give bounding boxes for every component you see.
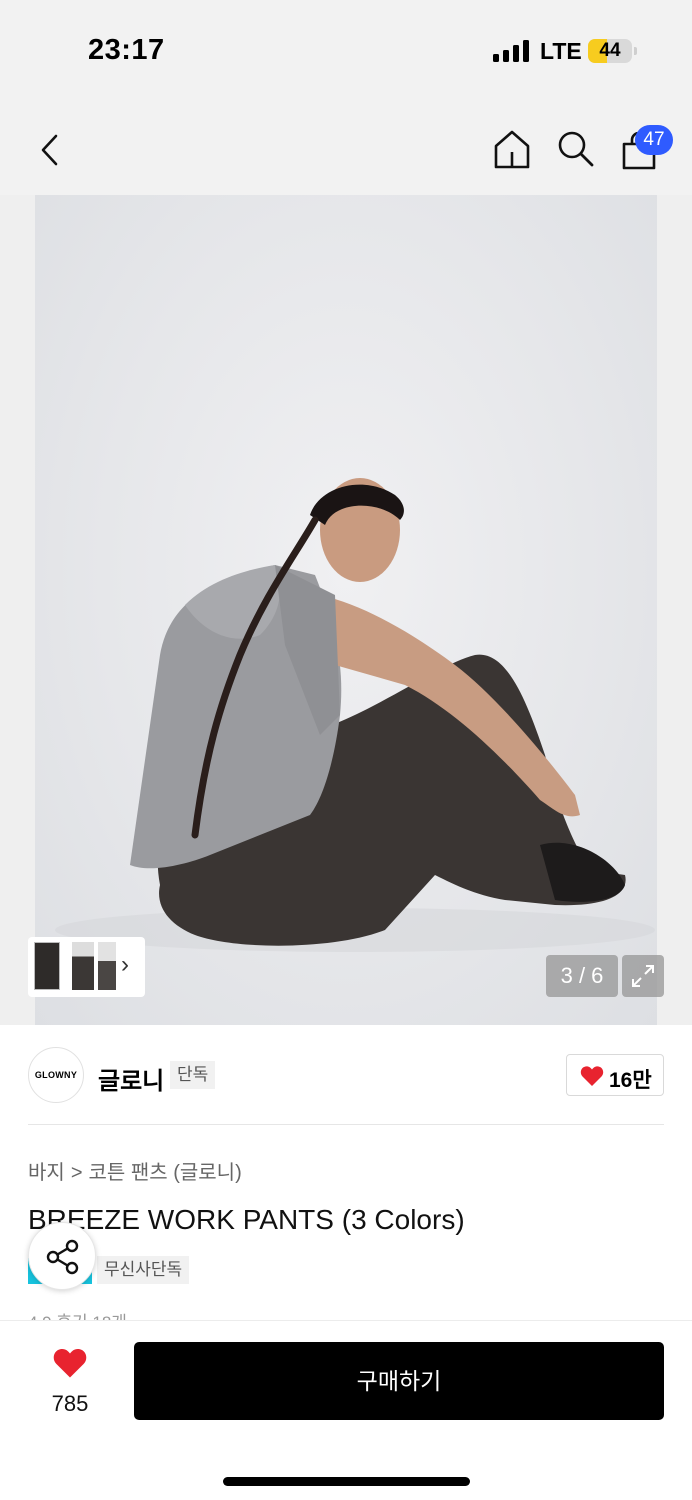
wishlist-button[interactable]: 785 bbox=[28, 1345, 112, 1425]
expand-icon bbox=[632, 965, 654, 987]
home-icon[interactable] bbox=[491, 128, 533, 170]
status-time: 23:17 bbox=[88, 34, 165, 66]
divider bbox=[28, 1124, 664, 1125]
status-bar: 23:17 LTE 44 bbox=[0, 0, 692, 100]
breadcrumb-category[interactable]: 바지 bbox=[28, 1156, 65, 1185]
thumbnail-1[interactable] bbox=[34, 942, 60, 990]
heart-icon bbox=[53, 1349, 87, 1378]
signal-icon bbox=[493, 40, 529, 62]
product-title: BREEZE WORK PANTS (3 Colors) bbox=[28, 1204, 465, 1235]
share-icon bbox=[46, 1239, 79, 1275]
exclusive-tag: 무신사단독 bbox=[97, 1256, 190, 1284]
heart-icon bbox=[580, 1066, 604, 1086]
chevron-right-icon[interactable]: › bbox=[121, 951, 129, 979]
top-nav bbox=[0, 100, 692, 195]
bottom-action-bar: 785 구매하기 bbox=[0, 1320, 692, 1500]
expand-button[interactable] bbox=[622, 955, 664, 997]
image-counter: 3 / 6 bbox=[546, 955, 618, 997]
breadcrumb: 바지 > 코튼 팬츠 (글로니) bbox=[28, 1156, 242, 1185]
network-type: LTE bbox=[540, 38, 582, 64]
battery-icon: 44 bbox=[588, 39, 632, 63]
battery-cap bbox=[634, 47, 637, 55]
product-photo[interactable] bbox=[35, 195, 657, 1025]
thumbnail-strip[interactable]: › bbox=[28, 937, 145, 997]
brand-exclusive-tag: 단독 bbox=[170, 1061, 216, 1089]
product-gallery[interactable]: › 3 / 6 bbox=[0, 195, 692, 1025]
chevron-left-icon[interactable] bbox=[36, 130, 64, 170]
wishlist-count: 785 bbox=[51, 1391, 89, 1416]
brand-like-count: 16만 bbox=[609, 1069, 652, 1092]
breadcrumb-subcategory[interactable]: 코튼 팬츠 (글로니) bbox=[89, 1156, 242, 1185]
brand-like-button[interactable]: 16만 bbox=[566, 1054, 664, 1096]
cart-count-badge: 47 bbox=[635, 125, 673, 155]
brand-row: GLOWNY 글로니 단독 16만 bbox=[0, 1025, 692, 1125]
model-illustration bbox=[55, 478, 655, 952]
thumbnail-2[interactable] bbox=[72, 942, 94, 990]
brand-name[interactable]: 글로니 bbox=[98, 1061, 164, 1096]
share-button[interactable] bbox=[28, 1222, 96, 1290]
buy-button[interactable]: 구매하기 bbox=[134, 1342, 664, 1420]
brand-logo[interactable]: GLOWNY bbox=[28, 1047, 84, 1103]
home-indicator bbox=[223, 1477, 470, 1486]
breadcrumb-separator: > bbox=[70, 1162, 83, 1184]
search-icon[interactable] bbox=[555, 128, 597, 170]
rating-summary[interactable]: 4.9 후기 18개 bbox=[28, 1308, 198, 1320]
battery-level: 44 bbox=[599, 40, 621, 61]
thumbnail-3[interactable] bbox=[98, 942, 116, 990]
